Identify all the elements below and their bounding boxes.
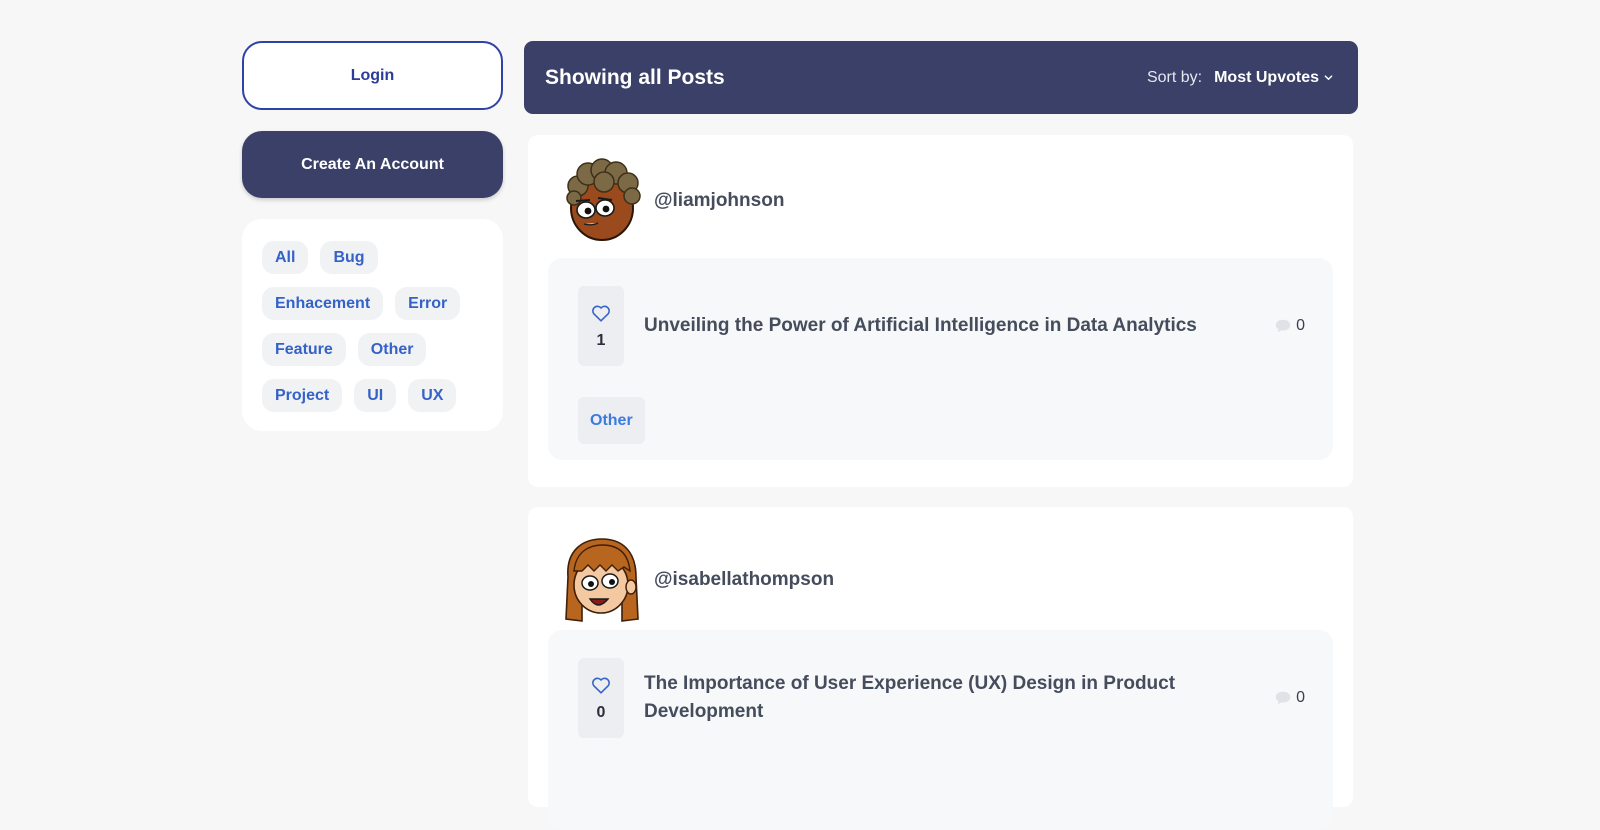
heart-icon xyxy=(592,677,610,694)
tag-filter-card: All Bug Enhacement Error Feature Other P… xyxy=(242,219,503,431)
tag-ui[interactable]: UI xyxy=(354,379,397,412)
main-content: Showing all Posts Sort by: Most Upvotes xyxy=(524,41,1358,830)
comment-count: 0 xyxy=(1274,689,1305,707)
posts-header: Showing all Posts Sort by: Most Upvotes xyxy=(524,41,1358,114)
create-account-button[interactable]: Create An Account xyxy=(242,131,503,198)
comment-count-value: 0 xyxy=(1296,317,1305,334)
tag-error[interactable]: Error xyxy=(395,287,461,320)
post-card: @isabellathompson 0 The Importance of Us… xyxy=(528,507,1353,830)
comment-icon xyxy=(1275,691,1291,705)
sort-value: Most Upvotes xyxy=(1214,68,1319,86)
tag-feature[interactable]: Feature xyxy=(262,333,346,366)
post-author: @isabellathompson xyxy=(560,537,834,623)
upvote-count: 0 xyxy=(596,704,606,721)
tag-enhacement[interactable]: Enhacement xyxy=(262,287,384,320)
tag-all[interactable]: All xyxy=(262,241,309,274)
chevron-down-icon xyxy=(1324,75,1333,81)
upvote-button[interactable]: 1 xyxy=(578,286,624,366)
sidebar: Login Create An Account All Bug Enhaceme… xyxy=(242,41,503,431)
login-button[interactable]: Login xyxy=(242,41,503,110)
tag-project[interactable]: Project xyxy=(262,379,343,412)
post-body: 0 The Importance of User Experience (UX)… xyxy=(548,630,1333,830)
page-title: Showing all Posts xyxy=(545,65,725,89)
comment-icon xyxy=(1275,319,1291,333)
upvote-button[interactable]: 0 xyxy=(578,658,624,738)
post-body: 1 Unveiling the Power of Artificial Inte… xyxy=(548,258,1333,460)
sort-label: Sort by: xyxy=(1146,68,1203,86)
sort-control: Sort by: Most Upvotes xyxy=(1147,69,1333,87)
tag-other[interactable]: Other xyxy=(357,333,427,366)
post-title[interactable]: The Importance of User Experience (UX) D… xyxy=(644,670,1204,726)
avatar xyxy=(566,158,641,241)
comment-count-value: 0 xyxy=(1296,689,1305,706)
post-title[interactable]: Unveiling the Power of Artificial Intell… xyxy=(644,312,1204,340)
upvote-count: 1 xyxy=(596,332,606,349)
post-card: @liamjohnson 1 Unveiling the Power of Ar… xyxy=(528,135,1353,487)
author-username[interactable]: @liamjohnson xyxy=(654,190,784,212)
tag-bug[interactable]: Bug xyxy=(320,241,378,274)
avatar xyxy=(565,538,639,622)
post-tag[interactable]: Other xyxy=(578,397,645,444)
tag-ux[interactable]: UX xyxy=(408,379,457,412)
author-username[interactable]: @isabellathompson xyxy=(654,569,834,591)
sort-dropdown[interactable]: Most Upvotes xyxy=(1214,69,1333,87)
post-author: @liamjohnson xyxy=(560,158,784,244)
comment-count: 0 xyxy=(1274,317,1305,335)
heart-icon xyxy=(592,305,610,322)
